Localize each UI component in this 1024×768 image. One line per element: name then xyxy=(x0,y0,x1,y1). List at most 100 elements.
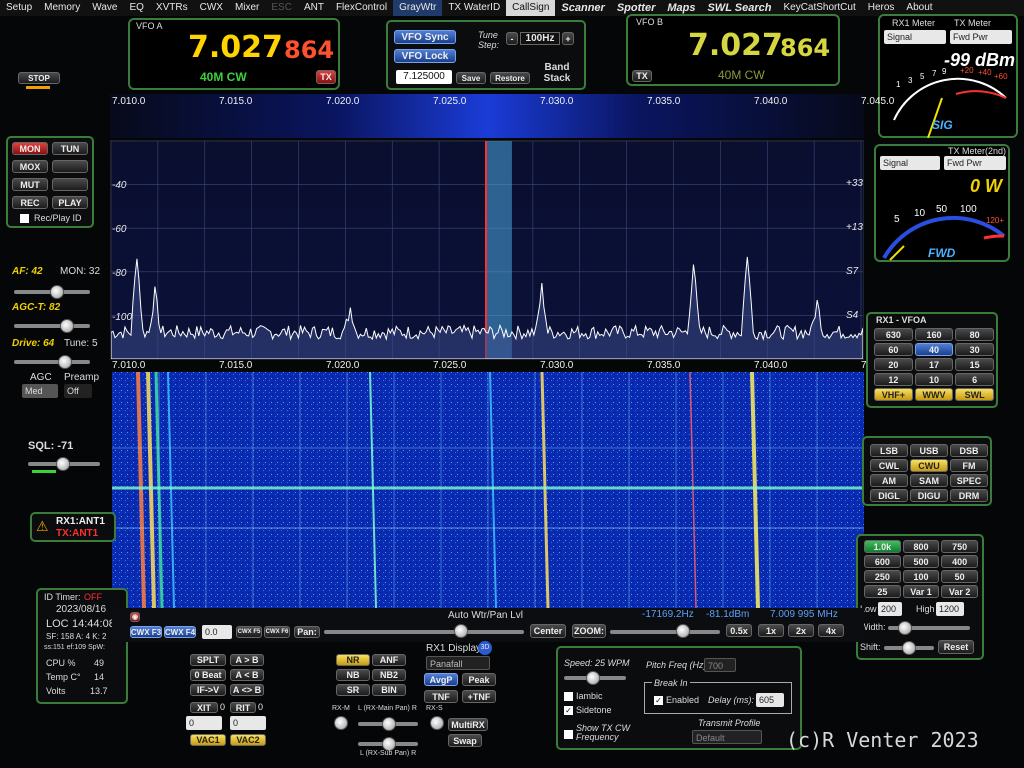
zoom-2x[interactable]: 2x xyxy=(788,624,814,637)
display-mode-select[interactable]: Panafall xyxy=(426,656,490,670)
agct-slider-knob[interactable] xyxy=(60,319,74,333)
mon-button[interactable]: MON xyxy=(12,142,48,155)
nr-button[interactable]: NR xyxy=(336,654,370,666)
play-button[interactable]: PLAY xyxy=(52,196,88,209)
recplay-checkbox[interactable] xyxy=(20,214,29,223)
menu-wave[interactable]: Wave xyxy=(86,0,123,16)
menu-callsign[interactable]: CallSign xyxy=(506,0,556,16)
filter-var-2[interactable]: Var 2 xyxy=(941,585,978,598)
multirx-button[interactable]: MultiRX xyxy=(448,718,488,731)
band-12[interactable]: 12 xyxy=(874,373,913,386)
cwx-f5-button[interactable]: CWX F5 xyxy=(236,626,262,638)
rec-button[interactable]: REC xyxy=(12,196,48,209)
mut-button[interactable]: MUT xyxy=(12,178,48,191)
b-to-a-button[interactable]: A < B xyxy=(230,669,264,681)
band-20[interactable]: 20 xyxy=(874,358,913,371)
blank-button-2[interactable] xyxy=(52,178,88,191)
vfo-a-freq-sub[interactable]: 864 xyxy=(284,36,334,64)
cw-speed-knob[interactable] xyxy=(586,671,600,685)
zoom-1x[interactable]: 1x xyxy=(758,624,784,637)
blank-button-1[interactable] xyxy=(52,160,88,173)
menu-scanner[interactable]: Scanner xyxy=(555,0,610,16)
menu-mixer[interactable]: Mixer xyxy=(229,0,265,16)
mode-lsb[interactable]: LSB xyxy=(870,444,908,457)
filter-500[interactable]: 500 xyxy=(902,555,940,568)
filter-25[interactable]: 25 xyxy=(864,585,901,598)
tune-step-minus[interactable]: - xyxy=(506,32,518,45)
tx-meter2-tx-select[interactable]: Fwd Pwr xyxy=(944,156,1006,170)
drive-slider[interactable] xyxy=(14,360,90,364)
sub-pan-knob[interactable] xyxy=(382,737,396,751)
tx-meter2-rx-select[interactable]: Signal xyxy=(880,156,940,170)
iambic-checkbox[interactable] xyxy=(564,692,573,701)
nb2-button[interactable]: NB2 xyxy=(372,669,406,681)
filter-50[interactable]: 50 xyxy=(941,570,978,583)
waterfall[interactable] xyxy=(112,372,864,608)
tune-step-value[interactable]: 100Hz xyxy=(520,32,560,45)
filter-600[interactable]: 600 xyxy=(864,555,901,568)
freq-input[interactable]: 7.125000 xyxy=(396,70,452,84)
tx-antenna[interactable]: TX:ANT1 xyxy=(56,528,98,539)
zoom-05x[interactable]: 0.5x xyxy=(726,624,752,637)
sidetone-checkbox[interactable]: ✓ xyxy=(564,706,573,715)
rx-antenna[interactable]: RX1:ANT1 xyxy=(56,516,105,527)
sql-slider-knob[interactable] xyxy=(56,457,70,471)
tnf-button[interactable]: TNF xyxy=(424,690,458,703)
af-slider-knob[interactable] xyxy=(50,285,64,299)
plus-tnf-button[interactable]: +TNF xyxy=(462,690,496,703)
filter-var-1[interactable]: Var 1 xyxy=(902,585,940,598)
auto-wtr-button[interactable]: Auto Wtr/Pan Lvl xyxy=(448,610,523,621)
mode-fm[interactable]: FM xyxy=(950,459,988,472)
mode-spec[interactable]: SPEC xyxy=(950,474,988,487)
filter-100[interactable]: 100 xyxy=(902,570,940,583)
filter-low-input[interactable]: 200 xyxy=(878,602,902,616)
mode-digu[interactable]: DIGU xyxy=(910,489,948,502)
band-160[interactable]: 160 xyxy=(914,328,954,341)
a-swap-b-button[interactable]: A <> B xyxy=(230,684,264,696)
vfo-lock-button[interactable]: VFO Lock xyxy=(394,49,456,63)
menu-flexcontrol[interactable]: FlexControl xyxy=(330,0,393,16)
sr-button[interactable]: SR xyxy=(336,684,370,696)
menu-cwx[interactable]: CWX xyxy=(194,0,229,16)
mode-digl[interactable]: DIGL xyxy=(870,489,908,502)
width-slider-knob[interactable] xyxy=(898,621,912,635)
tune-step-plus[interactable]: + xyxy=(562,32,574,45)
menu-ant[interactable]: ANT xyxy=(298,0,330,16)
band-40[interactable]: 40 xyxy=(914,343,954,356)
pitch-input[interactable]: 700 xyxy=(704,658,736,672)
avgp-button[interactable]: AvgP xyxy=(424,673,458,686)
vfo-b-freq-main[interactable]: 7.027 xyxy=(688,28,783,63)
rit-button[interactable]: RIT xyxy=(230,702,256,713)
mode-am[interactable]: AM xyxy=(870,474,908,487)
vac2-button[interactable]: VAC2 xyxy=(230,734,266,746)
band-10[interactable]: 10 xyxy=(914,373,954,386)
band-wwv[interactable]: WWV xyxy=(914,388,954,401)
mode-dsb[interactable]: DSB xyxy=(950,444,988,457)
main-pan-knob[interactable] xyxy=(382,717,396,731)
peak-button[interactable]: Peak xyxy=(462,673,496,686)
id-timer-value[interactable]: OFF xyxy=(84,592,102,602)
band-15[interactable]: 15 xyxy=(955,358,994,371)
rx-s-knob[interactable] xyxy=(430,716,444,730)
cwx-value[interactable]: 0.0 xyxy=(202,625,232,639)
3d-button[interactable]: 3D xyxy=(478,641,492,655)
split-button[interactable]: SPLT xyxy=(190,654,226,666)
a-to-b-button[interactable]: A > B xyxy=(230,654,264,666)
tx-meter-select[interactable]: Fwd Pwr xyxy=(950,30,1012,44)
rx1-meter-select[interactable]: Signal xyxy=(884,30,946,44)
cwx-f4-button[interactable]: CWX F4 xyxy=(164,626,196,638)
rx-m-knob[interactable] xyxy=(334,716,348,730)
enabled-checkbox[interactable]: ✓ xyxy=(654,696,663,705)
vfo-a-freq-main[interactable]: 7.027 xyxy=(188,30,283,65)
filter-250[interactable]: 250 xyxy=(864,570,901,583)
menu-setup[interactable]: Setup xyxy=(0,0,38,16)
mode-cwl[interactable]: CWL xyxy=(870,459,908,472)
bin-button[interactable]: BIN xyxy=(372,684,406,696)
menu-xvtrs[interactable]: XVTRs xyxy=(150,0,194,16)
anf-button[interactable]: ANF xyxy=(372,654,406,666)
vfo-a-tx-button[interactable]: TX xyxy=(316,70,336,84)
rit-input[interactable]: 0 xyxy=(230,716,266,730)
xit-input[interactable]: 0 xyxy=(186,716,222,730)
menu-tx-waterid[interactable]: TX WaterID xyxy=(442,0,506,16)
zoom-slider[interactable] xyxy=(610,630,720,634)
